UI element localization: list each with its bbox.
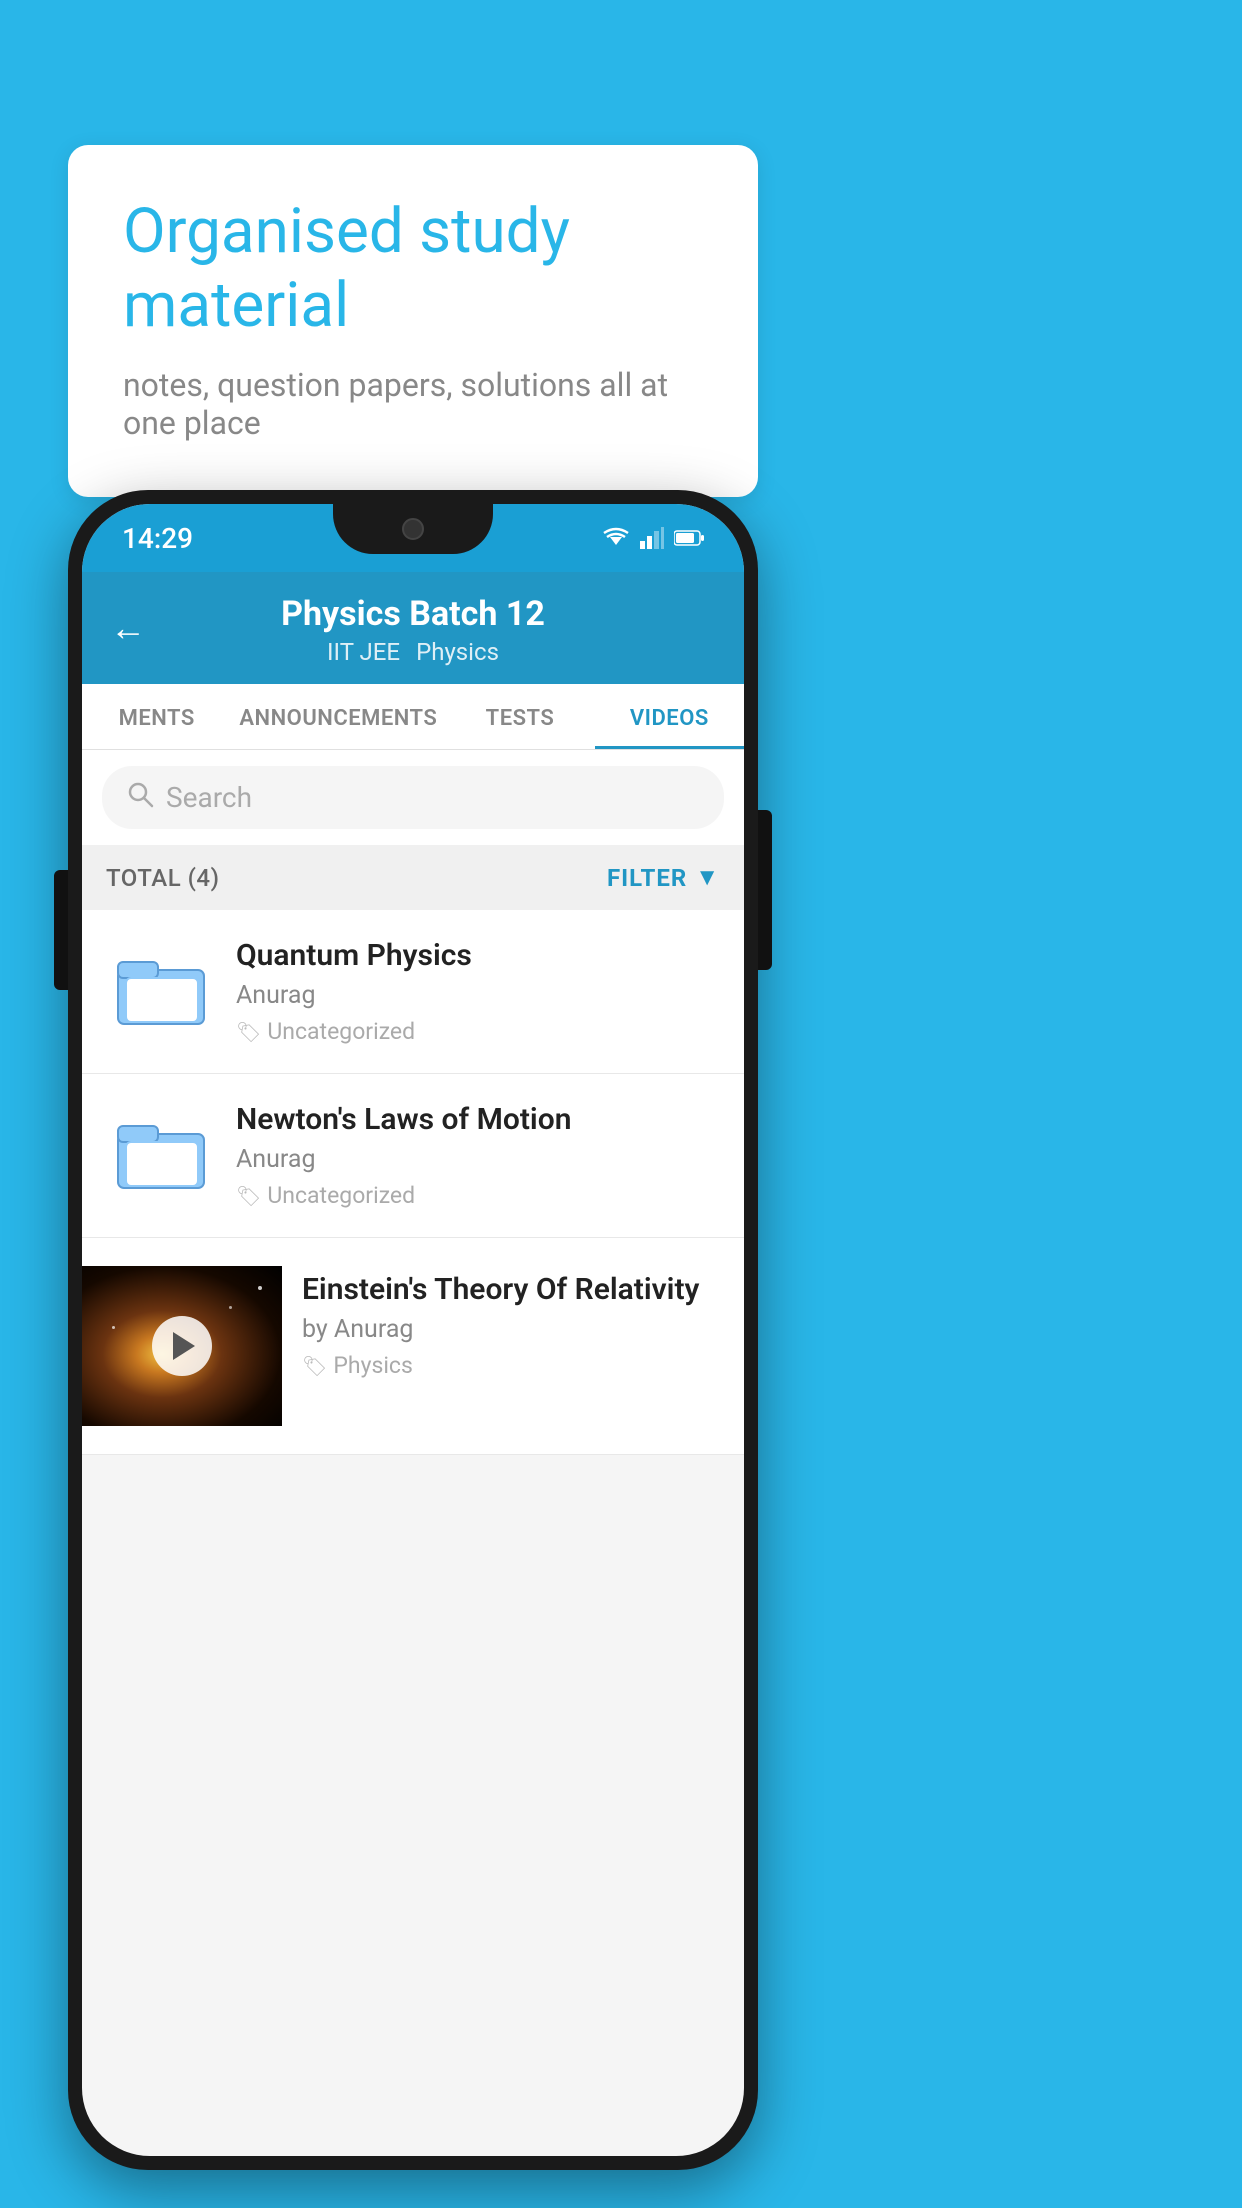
speech-bubble-container: Organised study material notes, question… [68,145,758,497]
video-author: Anurag [236,1145,720,1174]
list-item[interactable]: Quantum Physics Anurag 🏷 Uncategorized [82,910,744,1074]
tag-icon: 🏷 [236,1184,261,1208]
header-subtitle-iitjee: IIT JEE [327,638,400,666]
back-button[interactable]: ← [110,607,146,649]
phone-mockup: 14:29 [68,490,758,2170]
search-input-wrapper[interactable]: Search [102,766,724,829]
search-icon [126,780,154,815]
folder-thumbnail [106,1102,216,1202]
play-icon [173,1332,195,1360]
tab-announcements[interactable]: ANNOUNCEMENTS [231,684,445,749]
total-count: TOTAL (4) [106,864,219,892]
tag-icon: 🏷 [302,1354,327,1378]
video-info: Einstein's Theory Of Relativity by Anura… [282,1266,720,1385]
battery-icon [674,529,704,547]
video-list: Quantum Physics Anurag 🏷 Uncategorized [82,910,744,1455]
phone-inner: 14:29 [82,504,744,2156]
app-header: ← Physics Batch 12 IIT JEE Physics [82,572,744,684]
header-subtitle-physics: Physics [416,638,499,666]
video-author: by Anurag [302,1315,700,1344]
video-tag: 🏷 Physics [302,1352,700,1379]
video-author: Anurag [236,981,720,1010]
search-input[interactable]: Search [166,781,252,814]
video-title: Einstein's Theory Of Relativity [302,1272,700,1307]
filter-button[interactable]: FILTER ▼ [607,863,720,892]
status-icons [602,527,704,549]
list-item[interactable]: Einstein's Theory Of Relativity by Anura… [82,1238,744,1455]
signal-icon [640,527,664,549]
header-title: Physics Batch 12 [281,594,545,634]
video-title: Newton's Laws of Motion [236,1102,720,1137]
header-subtitle: IIT JEE Physics [327,638,499,666]
speech-bubble-subtitle: notes, question papers, solutions all at… [123,366,703,442]
video-title: Quantum Physics [236,938,720,973]
tabs-container: MENTS ANNOUNCEMENTS TESTS VIDEOS [82,684,744,750]
filter-icon: ▼ [695,863,720,892]
tab-ments[interactable]: MENTS [82,684,231,749]
video-thumbnail [82,1266,282,1426]
folder-icon [116,1112,206,1192]
tab-videos[interactable]: VIDEOS [595,684,744,749]
speech-bubble: Organised study material notes, question… [68,145,758,497]
phone-notch [333,504,493,554]
wifi-icon [602,527,630,549]
folder-thumbnail [106,938,216,1038]
folder-icon [116,948,206,1028]
tag-icon: 🏷 [236,1020,261,1044]
search-container: Search [82,750,744,845]
filter-bar: TOTAL (4) FILTER ▼ [82,845,744,910]
video-tag: 🏷 Uncategorized [236,1018,720,1045]
phone-outer: 14:29 [68,490,758,2170]
video-info: Quantum Physics Anurag 🏷 Uncategorized [236,938,720,1045]
video-tag: 🏷 Uncategorized [236,1182,720,1209]
camera-icon [402,518,424,540]
video-info: Newton's Laws of Motion Anurag 🏷 Uncateg… [236,1102,720,1209]
tab-tests[interactable]: TESTS [445,684,594,749]
status-time: 14:29 [122,522,193,555]
list-item[interactable]: Newton's Laws of Motion Anurag 🏷 Uncateg… [82,1074,744,1238]
play-button[interactable] [152,1316,212,1376]
speech-bubble-title: Organised study material [123,195,703,344]
